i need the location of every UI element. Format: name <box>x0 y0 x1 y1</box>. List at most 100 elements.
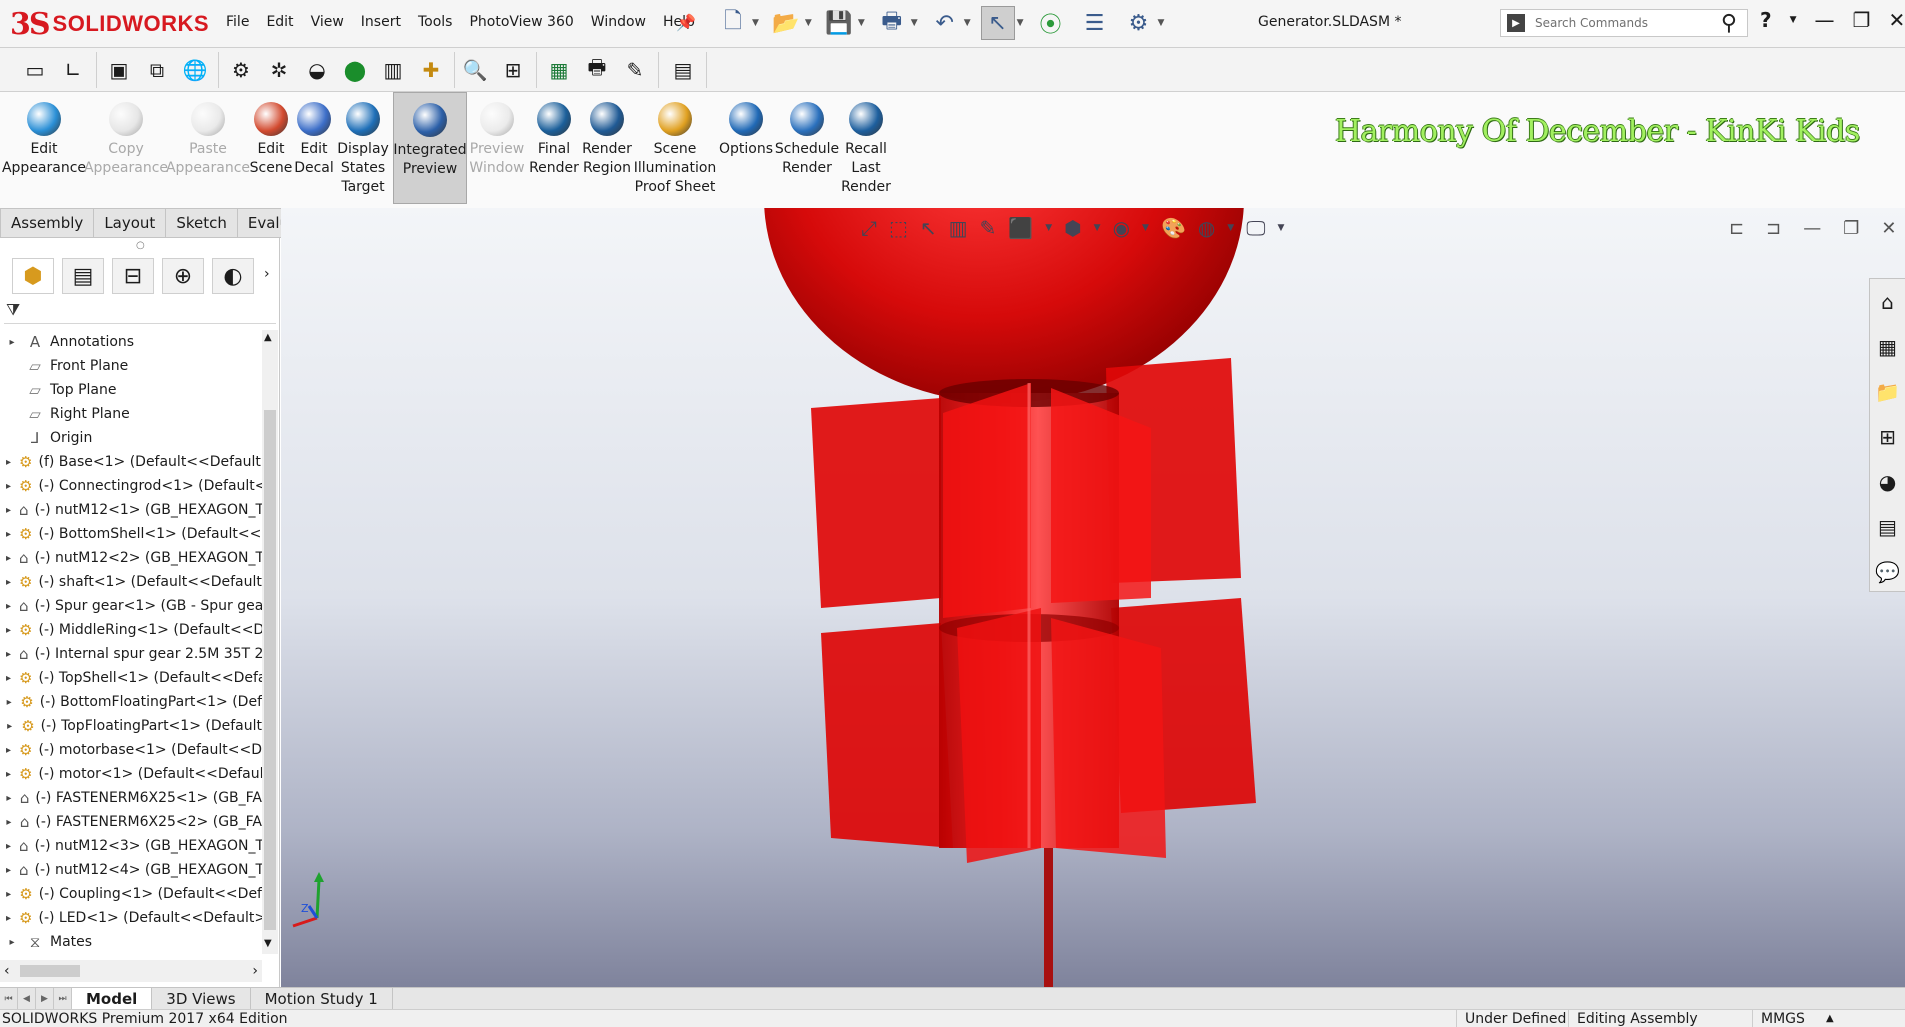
tree-item[interactable]: ▱ Top Plane <box>0 378 262 402</box>
expand-arrow-icon[interactable]: ▸ <box>6 769 11 780</box>
view-palette-icon[interactable]: ⊞ <box>1874 422 1902 452</box>
ruler-icon[interactable]: ▥ <box>378 55 408 85</box>
tree-item[interactable]: ▸ A Annotations <box>0 330 262 354</box>
preview-window-button[interactable]: Preview Window <box>469 92 525 204</box>
tree-item[interactable]: ▸ ⚙ (-) shaft<1> (Default<<Default> <box>0 570 262 594</box>
tree-item[interactable]: ▸ ⚙ (-) Connectingrod<1> (Default< <box>0 474 262 498</box>
design-library-icon[interactable]: ▦ <box>1874 332 1902 362</box>
dimxpert-manager-icon[interactable]: ⊕ <box>162 258 204 294</box>
edit-decal-button[interactable]: Edit Decal <box>294 92 334 204</box>
minimize-icon[interactable]: — <box>1815 8 1835 32</box>
expand-arrow-icon[interactable]: ▸ <box>6 889 11 900</box>
open-document-icon[interactable]: 📂 <box>769 6 803 40</box>
select-pointer-icon[interactable]: ↖ <box>980 6 1015 40</box>
chevron-down-icon[interactable]: ▼ <box>1790 15 1797 25</box>
unit-system[interactable]: MMGS <box>1752 1010 1813 1027</box>
save-icon[interactable]: 💾 <box>822 6 856 40</box>
options-gear-icon[interactable]: ⚙ <box>1122 6 1156 40</box>
blade-back-left-top[interactable] <box>811 398 941 608</box>
menu-item-file[interactable]: File <box>226 14 249 30</box>
custom-properties-icon[interactable]: ▤ <box>1874 512 1902 542</box>
web-globe-icon[interactable]: 🌐 <box>180 55 210 85</box>
expand-arrow-icon[interactable]: ▸ <box>6 553 11 564</box>
chevron-down-icon[interactable]: ▼ <box>911 18 918 28</box>
tree-item[interactable]: ▸ ⚙ (-) motorbase<1> (Default<<De <box>0 738 262 762</box>
previous-tab-icon[interactable]: ◀ <box>18 987 36 1010</box>
new-document-icon[interactable]: 🗋 <box>716 6 750 40</box>
bottom-tab-motion-study-1[interactable]: Motion Study 1 <box>251 987 393 1010</box>
first-tab-icon[interactable]: ⏮ <box>0 987 18 1010</box>
expand-arrow-icon[interactable]: ▸ <box>6 481 11 492</box>
chevron-down-icon[interactable]: ▼ <box>1142 223 1149 233</box>
scrollbar-thumb[interactable] <box>264 410 276 930</box>
blade-front-right-bottom[interactable] <box>1051 618 1166 858</box>
shaft[interactable] <box>1044 848 1053 987</box>
table-icon[interactable]: ▤ <box>668 55 698 85</box>
feature-manager-tree-icon[interactable]: ⬢ <box>12 258 54 294</box>
zoom-to-fit-icon[interactable]: ⤢ <box>861 216 877 240</box>
display-window-icon[interactable]: ▣ <box>104 55 134 85</box>
pin-menu-icon[interactable]: 📌 <box>676 13 696 32</box>
tree-item[interactable]: ▸ ⚙ (-) BottomShell<1> (Default<<D <box>0 522 262 546</box>
filter-icon[interactable]: ⧩ <box>4 300 276 324</box>
expand-arrow-icon[interactable]: ▸ <box>6 649 11 660</box>
tree-item[interactable]: ▸ ⌂ (-) nutM12<2> (GB_HEXAGON_T <box>0 546 262 570</box>
chevron-down-icon[interactable]: ▼ <box>858 18 865 28</box>
rebuild-traffic-light-icon[interactable]: ⦿ <box>1034 6 1068 40</box>
excel-export-icon[interactable]: ▦ <box>544 55 574 85</box>
section-view-icon[interactable]: ⊞ <box>498 55 528 85</box>
tree-item[interactable]: ▸ ⚙ (f) Base<1> (Default<<Default> <box>0 450 262 474</box>
expand-arrow-icon[interactable]: ▸ <box>6 865 11 876</box>
tree-horizontal-scrollbar[interactable]: ‹ › <box>0 960 262 982</box>
apply-scene-icon[interactable]: ◍ <box>1198 216 1215 240</box>
bottom-tab-3d-views[interactable]: 3D Views <box>152 987 251 1010</box>
expand-arrow-icon[interactable]: ▸ <box>6 337 18 348</box>
expand-arrow-icon[interactable]: ▸ <box>6 673 11 684</box>
close-icon[interactable]: ✕ <box>1888 8 1905 32</box>
scene-illumination-proof-sheet-button[interactable]: Scene Illumination Proof Sheet <box>634 92 716 204</box>
close-icon[interactable]: ✕ <box>1881 218 1896 239</box>
cascade-windows-icon[interactable]: ⧉ <box>142 55 172 85</box>
tree-item[interactable]: ▸ ⚙ (-) LED<1> (Default<<Default> <box>0 906 262 930</box>
menu-item-edit[interactable]: Edit <box>266 14 293 30</box>
blade-back-left-bottom[interactable] <box>821 623 953 848</box>
expand-arrow-icon[interactable]: ▸ <box>6 577 11 588</box>
hide-show-items-icon[interactable]: ◉ <box>1113 216 1130 240</box>
expand-arrow-icon[interactable]: ▸ <box>6 841 11 852</box>
view-settings-icon[interactable]: 🖵 <box>1246 216 1265 240</box>
forum-icon[interactable]: 💬 <box>1874 557 1902 587</box>
tree-item[interactable]: ▸ ⚙ (-) MiddleRing<1> (Default<<D <box>0 618 262 642</box>
tree-item[interactable]: ▸ ⌂ (-) nutM12<1> (GB_HEXAGON_T <box>0 498 262 522</box>
print-icon[interactable]: 🖶 <box>875 6 909 40</box>
chevron-right-icon[interactable]: › <box>264 266 270 282</box>
puzzle-piece-icon[interactable]: ✚ <box>416 55 446 85</box>
view-orientation-icon[interactable]: ⬛ <box>1008 216 1033 240</box>
collapse-left-icon[interactable]: ⊏ <box>1729 218 1744 239</box>
sketch-dimension-icon[interactable]: ▭ <box>20 55 50 85</box>
tree-item[interactable]: ▸ ⚙ (-) TopFloatingPart<1> (Default <box>0 714 262 738</box>
file-explorer-icon[interactable]: 📁 <box>1874 377 1902 407</box>
help-icon[interactable]: ? <box>1760 8 1772 32</box>
tree-item[interactable]: ▸ ⌂ (-) nutM12<4> (GB_HEXAGON_T <box>0 858 262 882</box>
property-manager-icon[interactable]: ▤ <box>62 258 104 294</box>
tab-sketch[interactable]: Sketch <box>166 208 238 238</box>
display-style-icon[interactable]: ⬢ <box>1064 216 1081 240</box>
tree-item[interactable]: ⅃ Origin <box>0 426 262 450</box>
expand-arrow-icon[interactable]: ▸ <box>6 913 11 924</box>
zoom-to-area-icon[interactable]: ⬚ <box>889 216 908 240</box>
panel-grip-icon[interactable]: ○ <box>136 240 145 251</box>
expand-arrow-icon[interactable]: ▸ <box>6 721 13 732</box>
tree-item[interactable]: ▸ ⌂ (-) Spur gear<1> (GB - Spur gea <box>0 594 262 618</box>
display-states-target-button[interactable]: Display States Target <box>337 92 389 204</box>
tree-item[interactable]: ▸ ⌂ (-) Internal spur gear 2.5M 35T 2 <box>0 642 262 666</box>
tree-item[interactable]: ▸ ⚙ (-) TopShell<1> (Default<<Defa <box>0 666 262 690</box>
chevron-down-icon[interactable]: ▼ <box>1278 223 1285 233</box>
edit-scene-button[interactable]: Edit Scene <box>250 92 292 204</box>
tree-item[interactable]: ▱ Front Plane <box>0 354 262 378</box>
chevron-up-icon[interactable]: ▲ <box>1826 1010 1834 1027</box>
chevron-down-icon[interactable]: ▼ <box>1094 223 1101 233</box>
chevron-down-icon[interactable]: ▼ <box>752 18 759 28</box>
location-pin-icon[interactable]: ⬤ <box>340 55 370 85</box>
undo-icon[interactable]: ↶ <box>928 6 962 40</box>
tab-layout[interactable]: Layout <box>94 208 167 238</box>
